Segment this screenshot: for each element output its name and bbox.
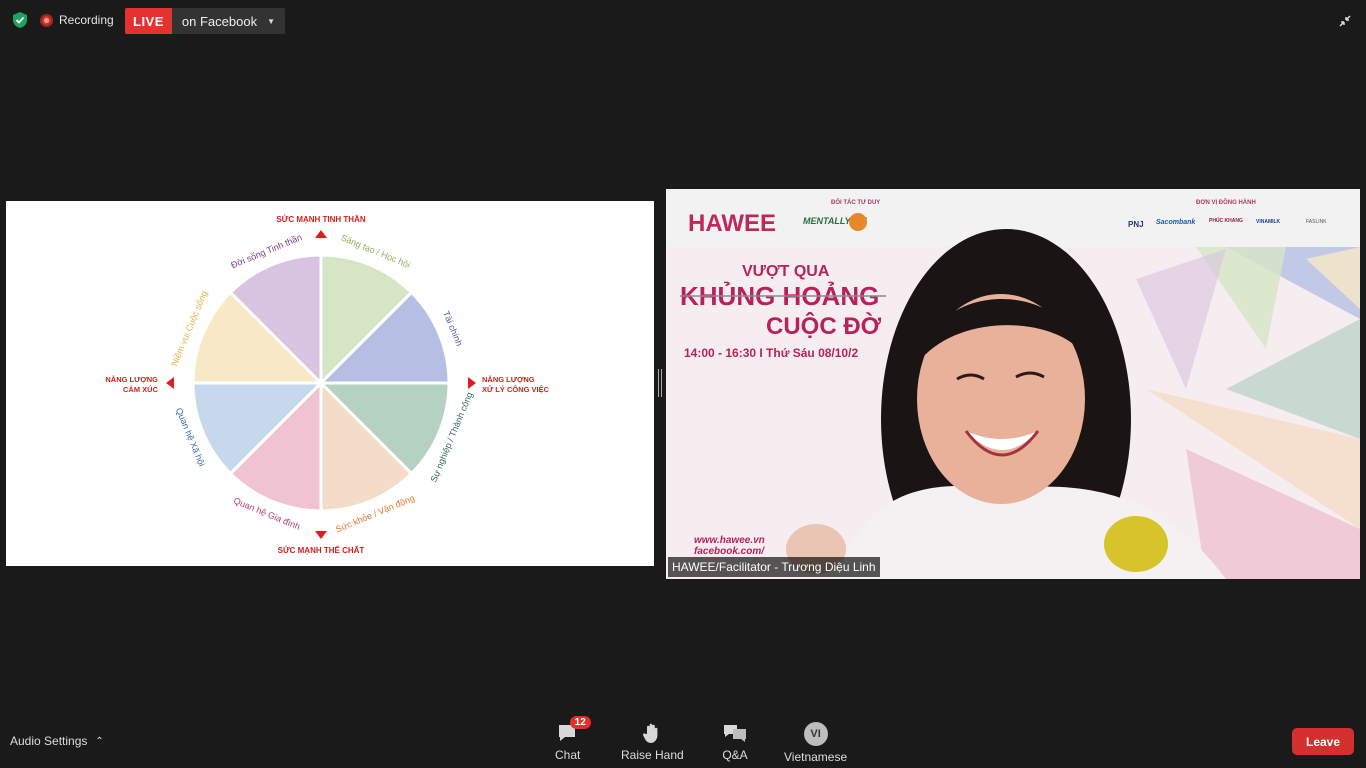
participant-name-tag: HAWEE/Facilitator - Trương Diệu Linh — [668, 557, 880, 577]
sponsor-pnj: PNJ — [1128, 220, 1144, 229]
qa-button[interactable]: Q&A — [722, 722, 748, 762]
recording-label: Recording — [59, 13, 114, 27]
event-time: 14:00 - 16:30 I Thứ Sáu 08/10/2 — [684, 346, 858, 360]
leave-button[interactable]: Leave — [1292, 728, 1354, 755]
sponsor-phuc-khang: PHÚC KHANG — [1209, 217, 1243, 224]
recording-indicator[interactable]: Recording — [40, 10, 114, 30]
live-target: on Facebook ▼ — [172, 8, 285, 34]
wheel-segment-label-1: Tài chính — [441, 309, 464, 347]
brand-logo: HAWEE — [688, 210, 776, 237]
language-interpretation-button[interactable]: VI Vietnamese — [784, 722, 847, 764]
shared-screen: Sáng tạo / Học hỏi Tài chính Sự nghiệp / T… — [6, 201, 654, 566]
split-view-divider[interactable] — [658, 369, 662, 397]
qa-label: Q&A — [722, 748, 748, 762]
event-website: www.hawee.vn — [694, 535, 765, 546]
sponsor-vinamilk: VINAMILK — [1256, 219, 1281, 225]
chat-label: Chat — [555, 748, 581, 762]
life-wheel-chart: Sáng tạo / Học hỏiTài chínhSự nghiệp / T… — [105, 214, 550, 555]
meeting-top-bar: Recording LIVE on Facebook ▼ — [0, 0, 1366, 42]
audio-settings-label: Audio Settings — [10, 734, 88, 748]
arrow-down-icon — [315, 531, 327, 539]
arrow-up-icon — [315, 230, 327, 238]
exit-fullscreen-icon — [1339, 15, 1351, 27]
wheel-right-label-2: XỬ LÝ CÔNG VIỆC — [482, 385, 550, 394]
raise-hand-icon — [643, 723, 658, 743]
partner-label: ĐỐI TÁC TƯ DUY — [831, 199, 880, 206]
exit-fullscreen-button[interactable] — [1334, 10, 1356, 32]
language-code-icon: VI — [803, 722, 828, 746]
arrow-left-icon — [166, 377, 174, 389]
raise-hand-label: Raise Hand — [621, 748, 684, 762]
caret-down-icon: ▼ — [267, 16, 275, 26]
wheel-left-label-2: CẢM XÚC — [123, 385, 159, 394]
meeting-controls-bar: Audio Settings ⌃ 12 Chat Raise Hand Q&A … — [0, 712, 1366, 768]
sponsor-label: ĐƠN VỊ ĐỒNG HÀNH — [1196, 199, 1256, 206]
chat-button[interactable]: 12 Chat — [555, 716, 591, 762]
participant-video[interactable]: HAWEE ĐỐI TÁC TƯ DUY MENTALLY FIT ĐƠN VỊ… — [666, 189, 1360, 579]
video-frame: HAWEE ĐỐI TÁC TƯ DUY MENTALLY FIT ĐƠN VỊ… — [666, 189, 1360, 579]
language-label: Vietnamese — [784, 750, 848, 764]
live-badge: LIVE — [125, 8, 172, 34]
wheel-right-label-1: NĂNG LƯỢNG — [482, 375, 535, 384]
recording-icon — [40, 13, 53, 27]
wheel-left-label-1: NĂNG LƯỢNG — [105, 375, 158, 384]
chevron-up-icon: ⌃ — [95, 735, 104, 747]
event-title-line1: VƯỢT QUA — [742, 263, 830, 280]
raise-hand-button[interactable]: Raise Hand — [621, 722, 684, 762]
wheel-bottom-label: SỨC MẠNH THỂ CHẤT — [278, 545, 365, 555]
qa-icon — [724, 725, 746, 742]
arrow-right-icon — [468, 377, 476, 389]
event-title-line3: CUỘC ĐỜ — [766, 312, 882, 340]
event-facebook: facebook.com/ — [694, 546, 765, 557]
chat-unread-badge: 12 — [569, 716, 591, 729]
sponsor-faslink: FASLINK — [1306, 219, 1327, 225]
audio-settings-button[interactable]: Audio Settings ⌃ — [10, 734, 104, 748]
security-shield-icon[interactable] — [10, 10, 30, 30]
partner-logo-icon — [849, 213, 867, 231]
live-target-label: on Facebook — [181, 13, 258, 29]
wheel-top-label: SỨC MẠNH TINH THẦN — [276, 214, 366, 224]
sponsor-sacombank: Sacombank — [1156, 219, 1196, 226]
live-stream-dropdown[interactable]: LIVE on Facebook ▼ — [125, 8, 285, 34]
